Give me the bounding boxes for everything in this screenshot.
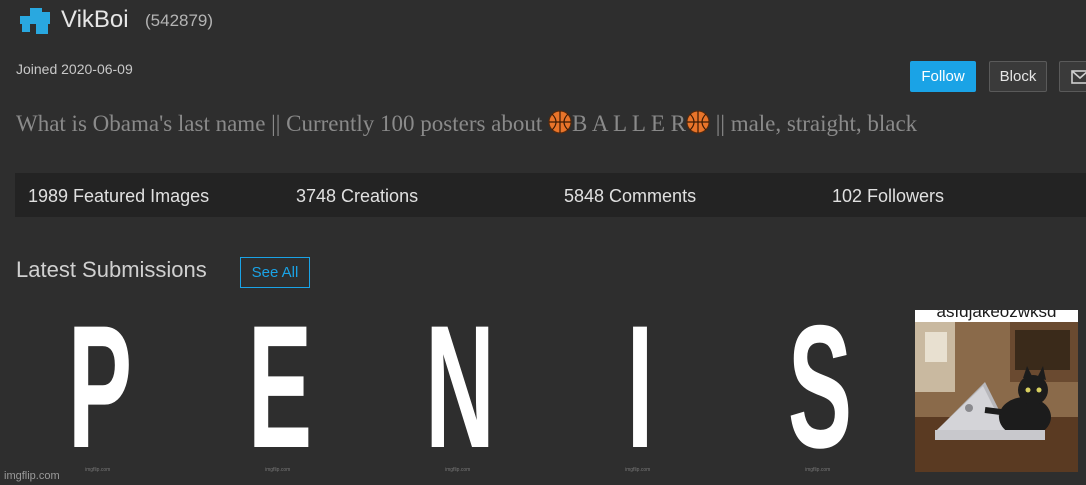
submission-thumbnail[interactable]: P imgflip.com [15,289,185,485]
profile-page: VikBoi (542879) Joined 2020-06-09 Follow… [0,0,1086,485]
thumbnail-watermark: imgflip.com [445,467,471,473]
thumbnail-letter: P [67,289,133,485]
mail-icon [1071,70,1086,84]
stat-comments[interactable]: 5848 Comments [564,186,696,207]
section-title: Latest Submissions [16,257,207,282]
joined-date: Joined 2020-06-09 [16,61,133,77]
user-bio: What is Obama's last name || Currently 1… [16,110,917,137]
thumbnail-letter: E [247,289,313,485]
submission-thumbnail[interactable]: S imgflip.com [735,289,905,485]
thumbnail-letter: S [787,289,853,485]
user-id: (542879) [145,11,214,30]
bio-text-end: || male, straight, black [709,111,918,136]
block-button[interactable]: Block [989,61,1047,92]
footer-watermark: imgflip.com [4,470,60,482]
stats-bar: 1989 Featured Images 3748 Creations 5848… [15,173,1086,217]
bio-text-start: What is Obama's last name || Currently 1… [16,111,549,136]
thumbnail-letter: N [425,289,495,485]
thumbnail-letter: I [626,289,654,485]
username: VikBoi [61,6,129,33]
thumbnail-watermark: imgflip.com [805,467,831,473]
submission-thumbnail[interactable]: E imgflip.com [195,289,365,485]
submission-thumbnail[interactable]: I imgflip.com [555,289,725,485]
submission-thumbnail[interactable]: N imgflip.com [375,289,545,485]
thumbnail-watermark: imgflip.com [625,467,651,473]
bio-text-baller: B A L L E R [572,111,686,136]
thumbnail-watermark: imgflip.com [265,467,291,473]
thumbnail-caption: asfdjakeozwksd [936,310,1057,321]
see-all-button[interactable]: See All [240,257,310,288]
cat-laptop-image [915,322,1078,472]
follow-button[interactable]: Follow [910,61,976,92]
stat-followers[interactable]: 102 Followers [832,186,944,207]
stat-featured-images[interactable]: 1989 Featured Images [28,186,209,207]
stat-creations[interactable]: 3748 Creations [296,186,418,207]
user-avatar-icon[interactable] [20,8,52,36]
thumbnail-watermark: imgflip.com [85,467,111,473]
basketball-icon [686,110,710,134]
submission-thumbnail-cat[interactable]: asfdjakeozwksd [915,310,1078,472]
basketball-icon [548,110,572,134]
message-button[interactable] [1059,61,1086,92]
